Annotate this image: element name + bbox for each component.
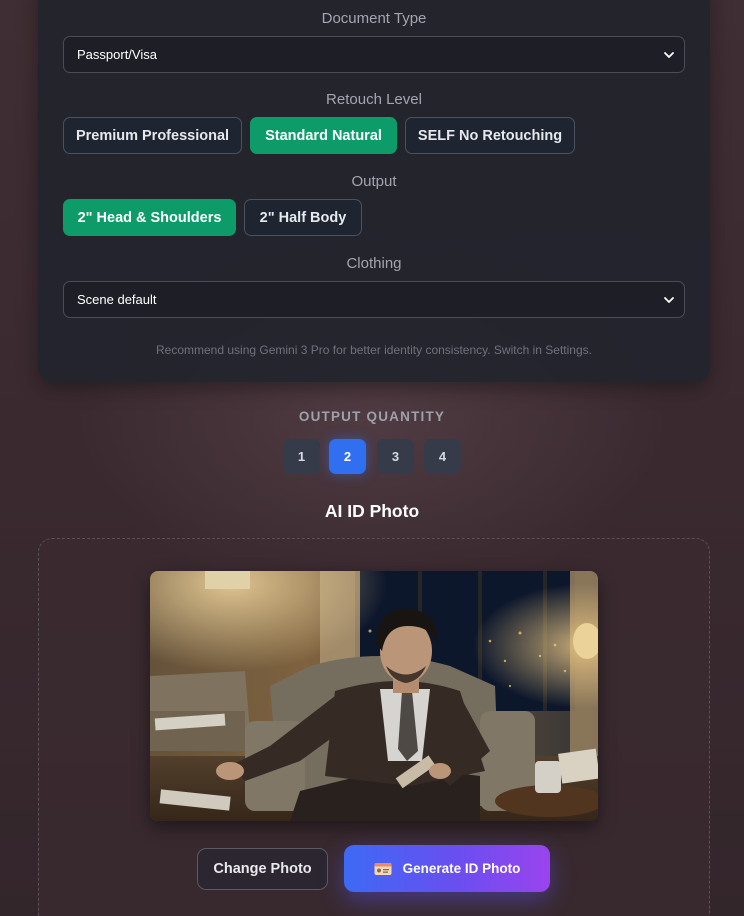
retouch-standard-button[interactable]: Standard Natural	[250, 117, 397, 154]
clothing-label: Clothing	[346, 255, 402, 272]
retouch-level-label: Retouch Level	[326, 91, 422, 108]
chevron-down-icon	[664, 297, 674, 303]
output-half-body-button[interactable]: 2" Half Body	[244, 199, 362, 236]
output-label: Output	[351, 173, 397, 190]
document-type-select[interactable]: Passport/Visa	[63, 36, 685, 73]
generate-id-photo-button[interactable]: Generate ID Photo	[344, 845, 550, 892]
quantity-option-4[interactable]: 4	[424, 439, 461, 474]
uploaded-photo	[150, 571, 598, 821]
document-type-label: Document Type	[321, 10, 427, 27]
output-quantity-label: OUTPUT QUANTITY	[298, 409, 446, 424]
quantity-option-2[interactable]: 2	[329, 439, 366, 474]
model-hint: Recommend using Gemini 3 Pro for better …	[156, 343, 592, 357]
output-head-shoulders-button[interactable]: 2" Head & Shoulders	[63, 199, 236, 236]
change-photo-button[interactable]: Change Photo	[197, 848, 328, 890]
generate-label: Generate ID Photo	[402, 861, 521, 876]
chevron-down-icon	[664, 52, 674, 58]
retouch-none-button[interactable]: SELF No Retouching	[405, 117, 575, 154]
section-title: AI ID Photo	[324, 501, 420, 521]
id-card-icon	[374, 862, 392, 875]
clothing-select[interactable]: Scene default	[63, 281, 685, 318]
quantity-option-1[interactable]: 1	[283, 439, 320, 474]
quantity-option-3[interactable]: 3	[377, 439, 414, 474]
clothing-value: Scene default	[77, 292, 157, 307]
retouch-premium-button[interactable]: Premium Professional	[63, 117, 242, 154]
document-type-value: Passport/Visa	[77, 47, 157, 62]
